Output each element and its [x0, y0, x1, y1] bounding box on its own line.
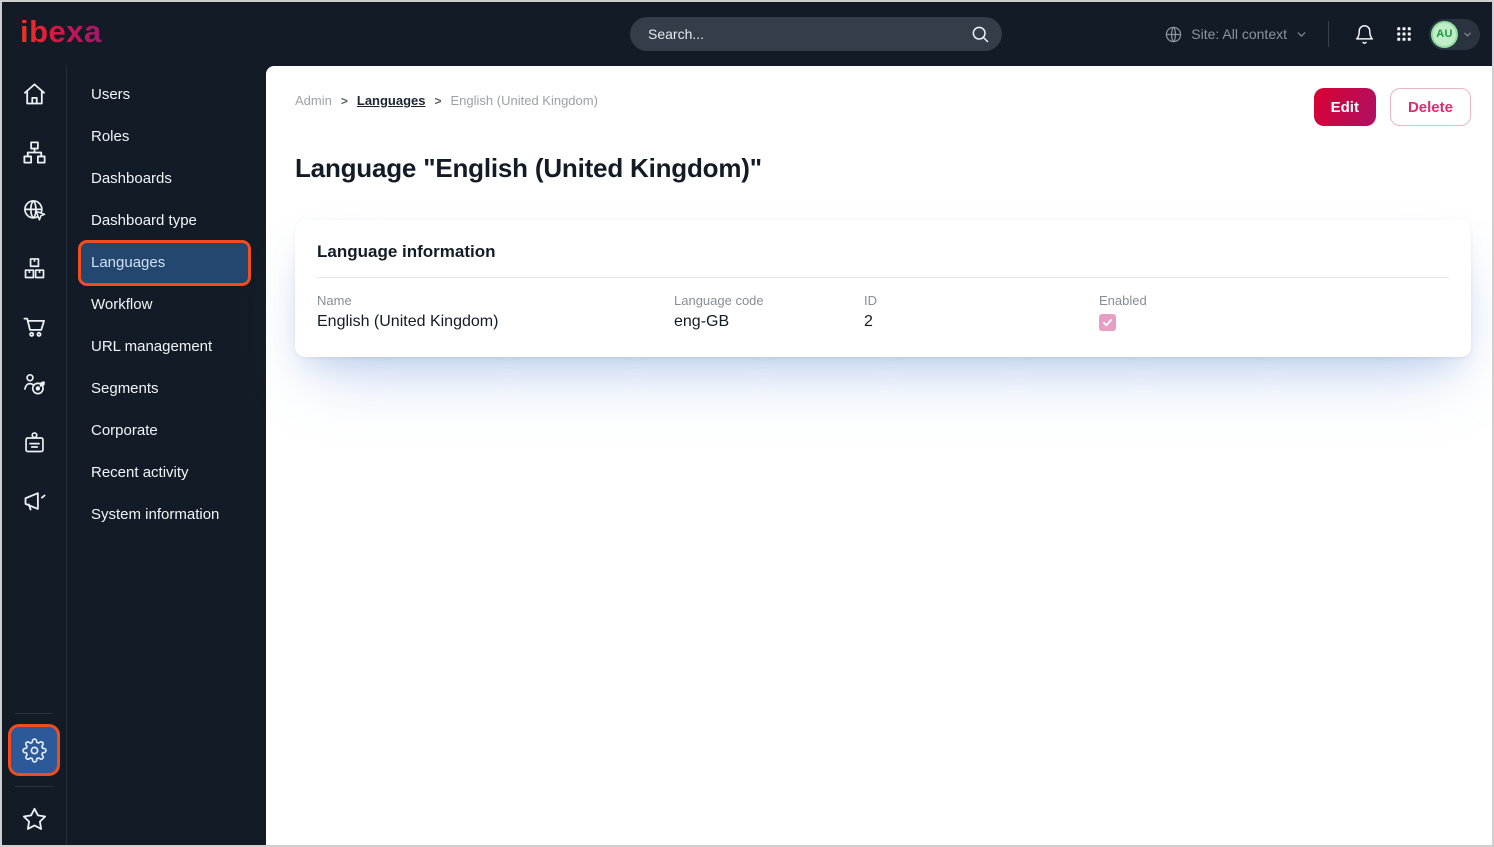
- star-icon: [22, 807, 46, 830]
- globe-icon: [1164, 25, 1183, 44]
- sidebar-item-dashboards[interactable]: Dashboards: [81, 159, 248, 199]
- gear-icon: [21, 737, 47, 763]
- topbar-divider: [1328, 21, 1329, 47]
- grid-icon: [1395, 25, 1413, 43]
- field-value: eng-GB: [674, 313, 730, 330]
- sidebar-item-workflow[interactable]: Workflow: [81, 285, 248, 325]
- settings-menu: Users Roles Dashboards Dashboard type La…: [66, 66, 266, 845]
- field-language-code: Language code eng-GB: [674, 293, 864, 331]
- edit-button[interactable]: Edit: [1313, 88, 1376, 126]
- rail-divider: [15, 786, 53, 787]
- sidebar-item-users[interactable]: Users: [81, 75, 248, 115]
- cart-icon: [22, 317, 45, 337]
- card-title: Language information: [317, 242, 496, 261]
- field-id: ID 2: [864, 293, 1099, 331]
- sidebar-item-languages[interactable]: Languages: [81, 243, 248, 283]
- id-badge-icon: [24, 431, 44, 452]
- field-value: English (United Kingdom): [317, 313, 499, 330]
- ibexa-logo[interactable]: ibexa: [20, 16, 102, 47]
- sidebar-item-dashboard-type[interactable]: Dashboard type: [81, 201, 248, 241]
- rail-bottom-group: [2, 706, 66, 845]
- rail-item-site[interactable]: [16, 196, 52, 224]
- sitemap-icon: [22, 140, 46, 164]
- megaphone-icon: [24, 491, 46, 510]
- chevron-down-icon: [1462, 29, 1473, 40]
- breadcrumb-item-admin: Admin: [295, 93, 332, 108]
- field-label: ID: [864, 293, 877, 308]
- page-actions: Edit Delete: [1313, 88, 1471, 126]
- app-window: ibexa Site: All context: [0, 0, 1494, 847]
- user-avatar: AU: [1431, 20, 1458, 48]
- rail-item-marketing[interactable]: [16, 486, 52, 514]
- field-enabled: Enabled: [1099, 293, 1449, 331]
- sidebar-item-corporate[interactable]: Corporate: [81, 411, 248, 451]
- rail-item-home[interactable]: [16, 80, 52, 108]
- language-fields: Name English (United Kingdom) Language c…: [317, 293, 1449, 331]
- site-context-label: Site: All context: [1191, 26, 1287, 42]
- user-menu-button[interactable]: AU: [1429, 18, 1480, 50]
- topbar-right-controls: Site: All context AU: [1164, 2, 1480, 66]
- notifications-button[interactable]: [1349, 19, 1379, 49]
- home-icon: [23, 82, 45, 104]
- rail-item-personalization[interactable]: [16, 370, 52, 398]
- field-label: Enabled: [1099, 293, 1147, 308]
- breadcrumb-separator: >: [340, 93, 348, 108]
- rail-item-content-structure[interactable]: [16, 138, 52, 166]
- field-name: Name English (United Kingdom): [317, 293, 674, 331]
- sidebar-item-segments[interactable]: Segments: [81, 369, 248, 409]
- field-value: 2: [864, 313, 873, 330]
- rail-item-corporate[interactable]: [16, 428, 52, 456]
- main-content: Admin > Languages > English (United King…: [266, 66, 1492, 845]
- delete-button[interactable]: Delete: [1389, 88, 1471, 126]
- breadcrumb: Admin > Languages > English (United King…: [295, 93, 598, 108]
- sidebar-item-roles[interactable]: Roles: [81, 117, 248, 157]
- rail-divider: [15, 713, 53, 714]
- search-input[interactable]: [646, 25, 970, 43]
- global-search[interactable]: [630, 17, 1002, 51]
- sidebar-item-system-information[interactable]: System information: [81, 495, 248, 535]
- icon-rail: [2, 66, 66, 845]
- bell-icon: [1354, 24, 1375, 45]
- language-info-card: Language information Name English (Unite…: [295, 220, 1471, 357]
- app-grid-button[interactable]: [1389, 19, 1419, 49]
- topbar: ibexa Site: All context: [2, 2, 1492, 66]
- globe-cursor-icon: [23, 199, 45, 221]
- sidebar-item-url-management[interactable]: URL management: [81, 327, 248, 367]
- site-context-switcher[interactable]: Site: All context: [1164, 25, 1308, 44]
- boxes-icon: [24, 257, 44, 278]
- breadcrumb-item-current: English (United Kingdom): [450, 93, 598, 108]
- breadcrumb-item-languages[interactable]: Languages: [357, 93, 426, 108]
- check-icon: [1102, 319, 1113, 327]
- chevron-down-icon: [1295, 28, 1308, 41]
- breadcrumb-separator: >: [434, 93, 442, 108]
- sidebar-item-recent-activity[interactable]: Recent activity: [81, 453, 248, 493]
- person-target-icon: [23, 373, 45, 394]
- rail-item-commerce[interactable]: [16, 312, 52, 340]
- page-title: Language "English (United Kingdom)": [295, 153, 762, 183]
- field-label: Name: [317, 293, 352, 308]
- search-icon: [970, 24, 990, 44]
- rail-item-products[interactable]: [16, 254, 52, 282]
- field-label: Language code: [674, 293, 764, 308]
- settings-button[interactable]: [11, 727, 57, 773]
- enabled-checkbox: [1099, 314, 1116, 331]
- favorites-button[interactable]: [16, 803, 52, 835]
- card-divider: [317, 277, 1449, 278]
